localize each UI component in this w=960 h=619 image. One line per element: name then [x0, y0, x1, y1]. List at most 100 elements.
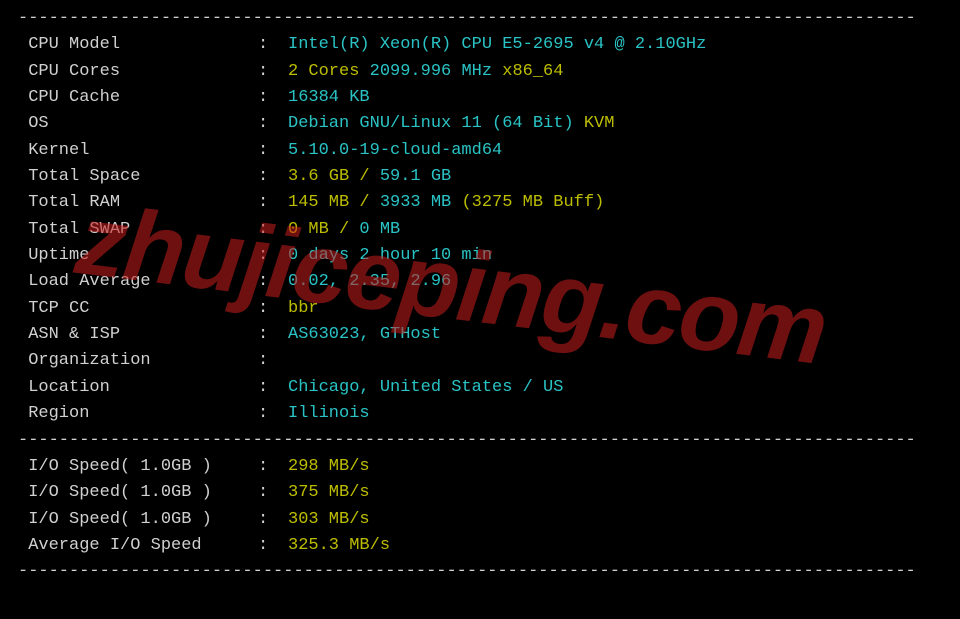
- row-value: 16384 KB: [288, 85, 942, 111]
- colon: :: [258, 59, 288, 85]
- info-row: Load Average: 0.02, 2.35, 2.96: [18, 269, 942, 295]
- value-part: 145 MB /: [288, 193, 380, 212]
- colon: :: [258, 243, 288, 269]
- separator: ----------------------------------------…: [18, 6, 942, 32]
- colon: :: [258, 111, 288, 137]
- value-part: (3275 MB Buff): [461, 193, 604, 212]
- row-value: [288, 348, 942, 374]
- row-label: OS: [18, 111, 258, 137]
- row-value: 145 MB / 3933 MB (3275 MB Buff): [288, 190, 942, 216]
- terminal-output: ----------------------------------------…: [0, 0, 960, 592]
- info-row: CPU Cores: 2 Cores 2099.996 MHz x86_64: [18, 59, 942, 85]
- info-row: CPU Cache: 16384 KB: [18, 85, 942, 111]
- row-label: Uptime: [18, 243, 258, 269]
- row-label: ASN & ISP: [18, 322, 258, 348]
- row-label: Total SWAP: [18, 217, 258, 243]
- separator: ----------------------------------------…: [18, 428, 942, 454]
- colon: :: [258, 348, 288, 374]
- row-label: CPU Cache: [18, 85, 258, 111]
- info-row: Total RAM: 145 MB / 3933 MB (3275 MB Buf…: [18, 190, 942, 216]
- value-part: 3933 MB: [380, 193, 462, 212]
- row-label: Region: [18, 401, 258, 427]
- info-row: Organization:: [18, 348, 942, 374]
- colon: :: [258, 507, 288, 533]
- colon: :: [258, 375, 288, 401]
- row-label: CPU Cores: [18, 59, 258, 85]
- info-row: TCP CC: bbr: [18, 296, 942, 322]
- colon: :: [258, 138, 288, 164]
- row-label: Average I/O Speed: [18, 533, 258, 559]
- value-part: 0 days 2 hour 10 min: [288, 246, 492, 265]
- row-value: Chicago, United States / US: [288, 375, 942, 401]
- row-value: 375 MB/s: [288, 480, 942, 506]
- value-part: 2099.996 MHz: [370, 62, 503, 81]
- info-row: I/O Speed( 1.0GB ): 375 MB/s: [18, 480, 942, 506]
- row-label: Load Average: [18, 269, 258, 295]
- colon: :: [258, 217, 288, 243]
- value-part: AS63023, GTHost: [288, 325, 441, 344]
- info-row: CPU Model: Intel(R) Xeon(R) CPU E5-2695 …: [18, 32, 942, 58]
- colon: :: [258, 401, 288, 427]
- row-value: 0 MB / 0 MB: [288, 217, 942, 243]
- info-row: ASN & ISP: AS63023, GTHost: [18, 322, 942, 348]
- info-row: Average I/O Speed: 325.3 MB/s: [18, 533, 942, 559]
- info-row: I/O Speed( 1.0GB ): 298 MB/s: [18, 454, 942, 480]
- row-value: AS63023, GTHost: [288, 322, 942, 348]
- value-part: 16384 KB: [288, 88, 370, 107]
- row-label: Total RAM: [18, 190, 258, 216]
- value-part: 2 Cores: [288, 62, 370, 81]
- value-part: Illinois: [288, 404, 370, 423]
- row-label: Kernel: [18, 138, 258, 164]
- row-value: Debian GNU/Linux 11 (64 Bit) KVM: [288, 111, 942, 137]
- row-label: Total Space: [18, 164, 258, 190]
- row-value: 5.10.0-19-cloud-amd64: [288, 138, 942, 164]
- row-value: 325.3 MB/s: [288, 533, 942, 559]
- value-part: 325.3 MB/s: [288, 536, 390, 555]
- colon: :: [258, 296, 288, 322]
- info-row: Total SWAP: 0 MB / 0 MB: [18, 217, 942, 243]
- colon: :: [258, 85, 288, 111]
- info-row: Kernel: 5.10.0-19-cloud-amd64: [18, 138, 942, 164]
- row-value: 2 Cores 2099.996 MHz x86_64: [288, 59, 942, 85]
- value-part: Debian GNU/Linux 11 (64 Bit): [288, 114, 584, 133]
- info-row: I/O Speed( 1.0GB ): 303 MB/s: [18, 507, 942, 533]
- value-part: 375 MB/s: [288, 483, 370, 502]
- colon: :: [258, 269, 288, 295]
- row-label: Organization: [18, 348, 258, 374]
- row-label: TCP CC: [18, 296, 258, 322]
- value-part: 59.1 GB: [380, 167, 451, 186]
- value-part: 0 MB: [359, 220, 400, 239]
- value-part: 0.02, 2.35, 2.96: [288, 272, 451, 291]
- row-value: bbr: [288, 296, 942, 322]
- colon: :: [258, 32, 288, 58]
- info-row: Region: Illinois: [18, 401, 942, 427]
- row-label: Location: [18, 375, 258, 401]
- value-part: 0 MB /: [288, 220, 359, 239]
- separator: ----------------------------------------…: [18, 559, 942, 585]
- info-row: OS: Debian GNU/Linux 11 (64 Bit) KVM: [18, 111, 942, 137]
- row-value: 0.02, 2.35, 2.96: [288, 269, 942, 295]
- colon: :: [258, 190, 288, 216]
- row-label: I/O Speed( 1.0GB ): [18, 480, 258, 506]
- io-speed-section: I/O Speed( 1.0GB ): 298 MB/s I/O Speed( …: [18, 454, 942, 559]
- info-row: Total Space: 3.6 GB / 59.1 GB: [18, 164, 942, 190]
- value-part: KVM: [584, 114, 615, 133]
- row-label: I/O Speed( 1.0GB ): [18, 454, 258, 480]
- value-part: bbr: [288, 299, 319, 318]
- colon: :: [258, 454, 288, 480]
- row-label: I/O Speed( 1.0GB ): [18, 507, 258, 533]
- value-part: x86_64: [502, 62, 563, 81]
- system-info-section: CPU Model: Intel(R) Xeon(R) CPU E5-2695 …: [18, 32, 942, 427]
- row-value: 303 MB/s: [288, 507, 942, 533]
- value-part: 3.6 GB /: [288, 167, 380, 186]
- row-value: 0 days 2 hour 10 min: [288, 243, 942, 269]
- row-label: CPU Model: [18, 32, 258, 58]
- info-row: Location: Chicago, United States / US: [18, 375, 942, 401]
- value-part: Chicago, United States / US: [288, 378, 563, 397]
- info-row: Uptime: 0 days 2 hour 10 min: [18, 243, 942, 269]
- row-value: Intel(R) Xeon(R) CPU E5-2695 v4 @ 2.10GH…: [288, 32, 942, 58]
- value-part: 5.10.0-19-cloud-amd64: [288, 141, 502, 160]
- row-value: Illinois: [288, 401, 942, 427]
- colon: :: [258, 480, 288, 506]
- colon: :: [258, 533, 288, 559]
